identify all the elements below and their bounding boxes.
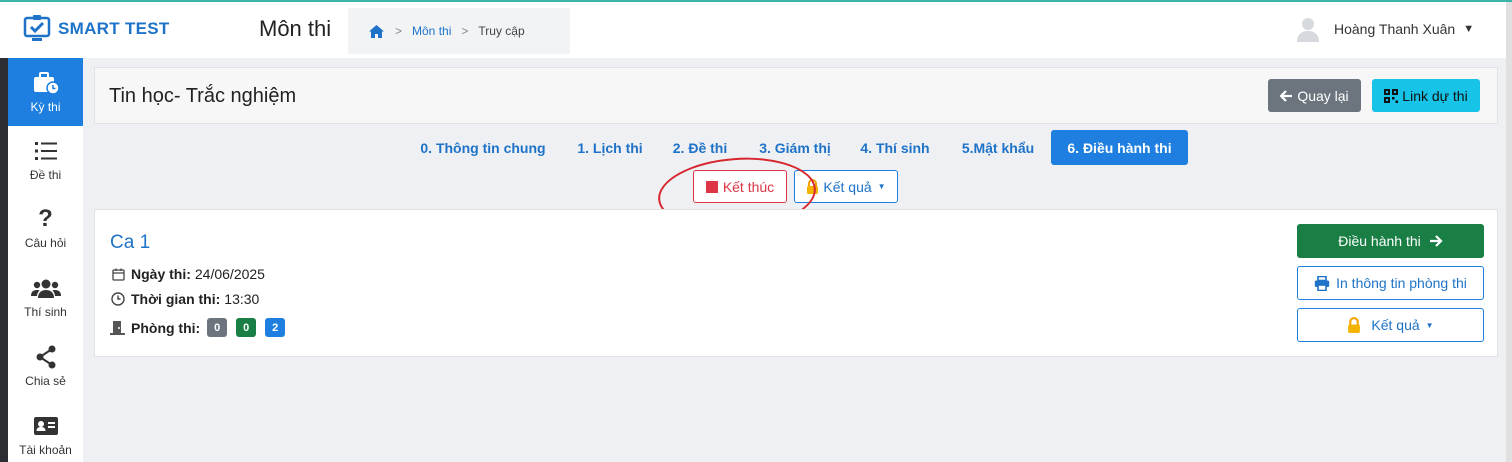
share-icon [35,344,57,370]
arrow-right-icon [1429,235,1443,247]
lock-icon [1348,317,1361,333]
page-title: Môn thi [259,16,332,41]
room-count-badge-gray: 0 [207,318,228,337]
print-room-info-button[interactable]: In thông tin phòng thi [1297,266,1484,300]
printer-icon [1314,275,1330,291]
window-edge [0,58,8,462]
tab-mat-khau[interactable]: 5.Mật khẩu [949,130,1047,165]
time-label: Thời gian thi: [131,291,221,307]
sidebar-item-label: Đề thi [29,168,62,182]
room-count-badge-green: 0 [236,318,257,337]
sidebar-item-label: Kỳ thi [30,100,61,114]
app-logo[interactable]: SMART TEST [22,14,170,44]
sidebar-item-thi-sinh[interactable]: Thí sinh [8,263,83,331]
breadcrumb-current: Truy cập [478,24,525,38]
briefcase-clock-icon [32,70,60,96]
breadcrumb: > Môn thi > Truy cập [348,8,570,54]
back-button[interactable]: Quay lại [1268,79,1361,112]
sidebar-item-cau-hoi[interactable]: ? Câu hỏi [8,194,83,262]
caret-down-icon: ▼ [1463,23,1475,35]
exam-header-card: Tin học- Trắc nghiệm Quay lại Link dự th… [94,67,1498,124]
window-scrollbar[interactable] [1506,2,1512,462]
operate-exam-button[interactable]: Điều hành thi [1297,224,1484,258]
tab-thong-tin-chung[interactable]: 0. Thông tin chung [408,130,558,165]
result-dropdown-label: Kết quả [823,178,872,195]
caret-down-icon: ▼ [877,182,886,191]
session-result-label: Kết quả [1371,317,1420,333]
home-icon[interactable] [368,24,385,39]
users-icon [30,275,61,301]
breadcrumb-link[interactable]: Môn thi [412,24,451,38]
sidebar-item-tai-khoan[interactable]: Tài khoản [8,401,83,462]
arrow-left-icon [1280,89,1293,102]
user-name: Hoàng Thanh Xuân [1334,21,1456,37]
sidebar-item-ky-thi[interactable]: Kỳ thi [8,58,83,126]
session-result-dropdown-button[interactable]: Kết quả ▼ [1297,308,1484,342]
date-label: Ngày thi: [131,266,191,282]
sidebar-item-label: Câu hỏi [24,236,67,250]
exam-link-label: Link dự thi [1402,87,1468,104]
list-icon [34,138,58,164]
chevron-right-icon: > [395,24,403,38]
app-name: SMART TEST [58,19,170,38]
session-time-row: Thời gian thi: 13:30 [110,291,259,307]
sidebar-item-chia-se[interactable]: Chia sẻ [8,332,83,400]
user-menu[interactable]: Hoàng Thanh Xuân ▼ [1296,16,1474,42]
avatar [1297,18,1319,42]
id-card-icon [33,413,59,439]
rooms-label: Phòng thi: [131,319,201,336]
room-count-badge-blue: 2 [265,318,286,337]
question-icon: ? [38,205,53,232]
exam-title: Tin học- Trắc nghiệm [109,85,297,107]
qrcode-icon [1384,88,1399,103]
sidebar-item-de-thi[interactable]: Đề thi [8,126,83,194]
sidebar-item-label: Tài khoản [19,443,72,457]
tab-thi-sinh[interactable]: 4. Thí sinh [851,130,939,165]
exam-link-button[interactable]: Link dự thi [1372,79,1480,112]
chevron-right-icon: > [461,24,469,38]
sidebar: Kỳ thi Đề thi ? Câu hỏi Thí sinh Chia sẻ… [8,58,83,462]
tab-lich-thi[interactable]: 1. Lịch thi [567,130,653,165]
session-date-row: Ngày thi: 24/06/2025 [110,266,265,282]
back-button-label: Quay lại [1297,87,1349,104]
sidebar-item-label: Thí sinh [24,305,67,319]
session-rooms-row: Phòng thi: 0 0 2 [110,318,286,337]
sidebar-item-label: Chia sẻ [25,374,66,388]
session-card: Ca 1 Ngày thi: 24/06/2025 Thời gian thi:… [94,209,1498,357]
tab-dieu-hanh-thi[interactable]: 6. Điều hành thi [1051,130,1188,165]
smart-test-logo-icon [23,15,51,41]
top-header: SMART TEST Môn thi > Môn thi > Truy cập … [0,2,1506,58]
calendar-icon [110,268,126,281]
date-value: 24/06/2025 [194,266,265,282]
operate-exam-label: Điều hành thi [1338,233,1421,249]
time-value: 13:30 [224,291,260,307]
clock-icon [110,292,126,306]
session-name[interactable]: Ca 1 [110,232,150,254]
caret-down-icon: ▼ [1425,320,1434,330]
print-room-info-label: In thông tin phòng thi [1336,275,1467,291]
door-icon [110,320,126,335]
